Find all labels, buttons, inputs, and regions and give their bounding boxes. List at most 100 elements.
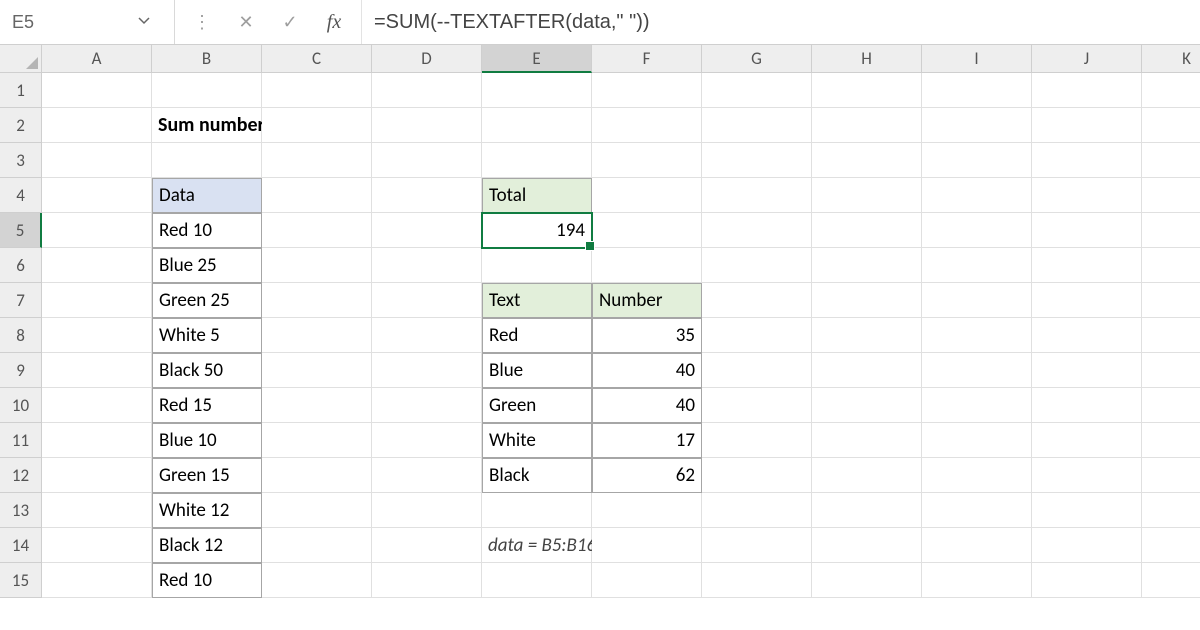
- cell-D2[interactable]: [372, 108, 482, 143]
- cell-H10[interactable]: [812, 388, 922, 423]
- cell-D1[interactable]: [372, 73, 482, 108]
- data-cell-5[interactable]: Red 15: [152, 388, 262, 423]
- cell-C15[interactable]: [262, 563, 372, 598]
- cell-D10[interactable]: [372, 388, 482, 423]
- summary-text-header[interactable]: Text: [482, 283, 592, 318]
- vdots-icon[interactable]: ⋮: [185, 11, 219, 33]
- cell-C10[interactable]: [262, 388, 372, 423]
- cell-D12[interactable]: [372, 458, 482, 493]
- cell-G13[interactable]: [702, 493, 812, 528]
- cell-C6[interactable]: [262, 248, 372, 283]
- data-cell-7[interactable]: Green 15: [152, 458, 262, 493]
- cell-K15[interactable]: [1142, 563, 1200, 598]
- row-header-12[interactable]: 12: [0, 458, 42, 493]
- cell-I12[interactable]: [922, 458, 1032, 493]
- cell-A1[interactable]: [42, 73, 152, 108]
- cell-F3[interactable]: [592, 143, 702, 178]
- summary-number-header[interactable]: Number: [592, 283, 702, 318]
- cell-F13[interactable]: [592, 493, 702, 528]
- cell-H8[interactable]: [812, 318, 922, 353]
- row-header-13[interactable]: 13: [0, 493, 42, 528]
- select-all-corner[interactable]: [0, 45, 42, 73]
- summary-text-1[interactable]: Blue: [482, 353, 592, 388]
- summary-text-2[interactable]: Green: [482, 388, 592, 423]
- cell-C12[interactable]: [262, 458, 372, 493]
- cell-C8[interactable]: [262, 318, 372, 353]
- cell-E15[interactable]: [482, 563, 592, 598]
- data-cell-8[interactable]: White 12: [152, 493, 262, 528]
- cell-H7[interactable]: [812, 283, 922, 318]
- col-header-G[interactable]: G: [702, 45, 812, 73]
- summary-num-1[interactable]: 40: [592, 353, 702, 388]
- cell-I13[interactable]: [922, 493, 1032, 528]
- summary-num-3[interactable]: 17: [592, 423, 702, 458]
- cell-C7[interactable]: [262, 283, 372, 318]
- cell-J5[interactable]: [1032, 213, 1142, 248]
- col-header-J[interactable]: J: [1032, 45, 1142, 73]
- row-header-11[interactable]: 11: [0, 423, 42, 458]
- cell-D5[interactable]: [372, 213, 482, 248]
- cell-B2[interactable]: Sum numbers with text: [152, 108, 262, 143]
- cell-J6[interactable]: [1032, 248, 1142, 283]
- cell-A10[interactable]: [42, 388, 152, 423]
- cell-G2[interactable]: [702, 108, 812, 143]
- cell-D14[interactable]: [372, 528, 482, 563]
- cell-H5[interactable]: [812, 213, 922, 248]
- data-cell-2[interactable]: Green 25: [152, 283, 262, 318]
- cell-I7[interactable]: [922, 283, 1032, 318]
- cell-I3[interactable]: [922, 143, 1032, 178]
- cell-A4[interactable]: [42, 178, 152, 213]
- row-header-2[interactable]: 2: [0, 108, 42, 143]
- cell-C9[interactable]: [262, 353, 372, 388]
- cell-C13[interactable]: [262, 493, 372, 528]
- cell-A3[interactable]: [42, 143, 152, 178]
- cell-K8[interactable]: [1142, 318, 1200, 353]
- cell-A14[interactable]: [42, 528, 152, 563]
- name-box-container[interactable]: [0, 0, 175, 44]
- cell-I6[interactable]: [922, 248, 1032, 283]
- cell-C4[interactable]: [262, 178, 372, 213]
- data-cell-4[interactable]: Black 50: [152, 353, 262, 388]
- cell-J14[interactable]: [1032, 528, 1142, 563]
- col-header-H[interactable]: H: [812, 45, 922, 73]
- cell-A5[interactable]: [42, 213, 152, 248]
- cell-G12[interactable]: [702, 458, 812, 493]
- data-cell-9[interactable]: Black 12: [152, 528, 262, 563]
- row-header-5[interactable]: 5: [0, 213, 42, 248]
- cell-F5[interactable]: [592, 213, 702, 248]
- cell-B3[interactable]: [152, 143, 262, 178]
- spreadsheet-grid[interactable]: A B C D E F G H I J K 1 2 Sum numbers wi…: [0, 45, 1200, 598]
- cell-J1[interactable]: [1032, 73, 1142, 108]
- cell-H14[interactable]: [812, 528, 922, 563]
- cell-E3[interactable]: [482, 143, 592, 178]
- cell-C3[interactable]: [262, 143, 372, 178]
- summary-num-2[interactable]: 40: [592, 388, 702, 423]
- fx-icon[interactable]: fx: [317, 11, 351, 34]
- cell-D3[interactable]: [372, 143, 482, 178]
- cell-A11[interactable]: [42, 423, 152, 458]
- cell-I9[interactable]: [922, 353, 1032, 388]
- cell-K9[interactable]: [1142, 353, 1200, 388]
- cell-J3[interactable]: [1032, 143, 1142, 178]
- cell-I11[interactable]: [922, 423, 1032, 458]
- cell-A13[interactable]: [42, 493, 152, 528]
- cell-G10[interactable]: [702, 388, 812, 423]
- row-header-7[interactable]: 7: [0, 283, 42, 318]
- cell-H13[interactable]: [812, 493, 922, 528]
- cell-I15[interactable]: [922, 563, 1032, 598]
- cell-J12[interactable]: [1032, 458, 1142, 493]
- row-header-4[interactable]: 4: [0, 178, 42, 213]
- col-header-A[interactable]: A: [42, 45, 152, 73]
- row-header-9[interactable]: 9: [0, 353, 42, 388]
- cell-D15[interactable]: [372, 563, 482, 598]
- cell-H6[interactable]: [812, 248, 922, 283]
- cell-J15[interactable]: [1032, 563, 1142, 598]
- col-header-E[interactable]: E: [482, 45, 592, 73]
- cell-G14[interactable]: [702, 528, 812, 563]
- summary-num-4[interactable]: 62: [592, 458, 702, 493]
- cell-D7[interactable]: [372, 283, 482, 318]
- cell-G9[interactable]: [702, 353, 812, 388]
- cell-A7[interactable]: [42, 283, 152, 318]
- cell-K5[interactable]: [1142, 213, 1200, 248]
- chevron-down-icon[interactable]: [138, 14, 150, 31]
